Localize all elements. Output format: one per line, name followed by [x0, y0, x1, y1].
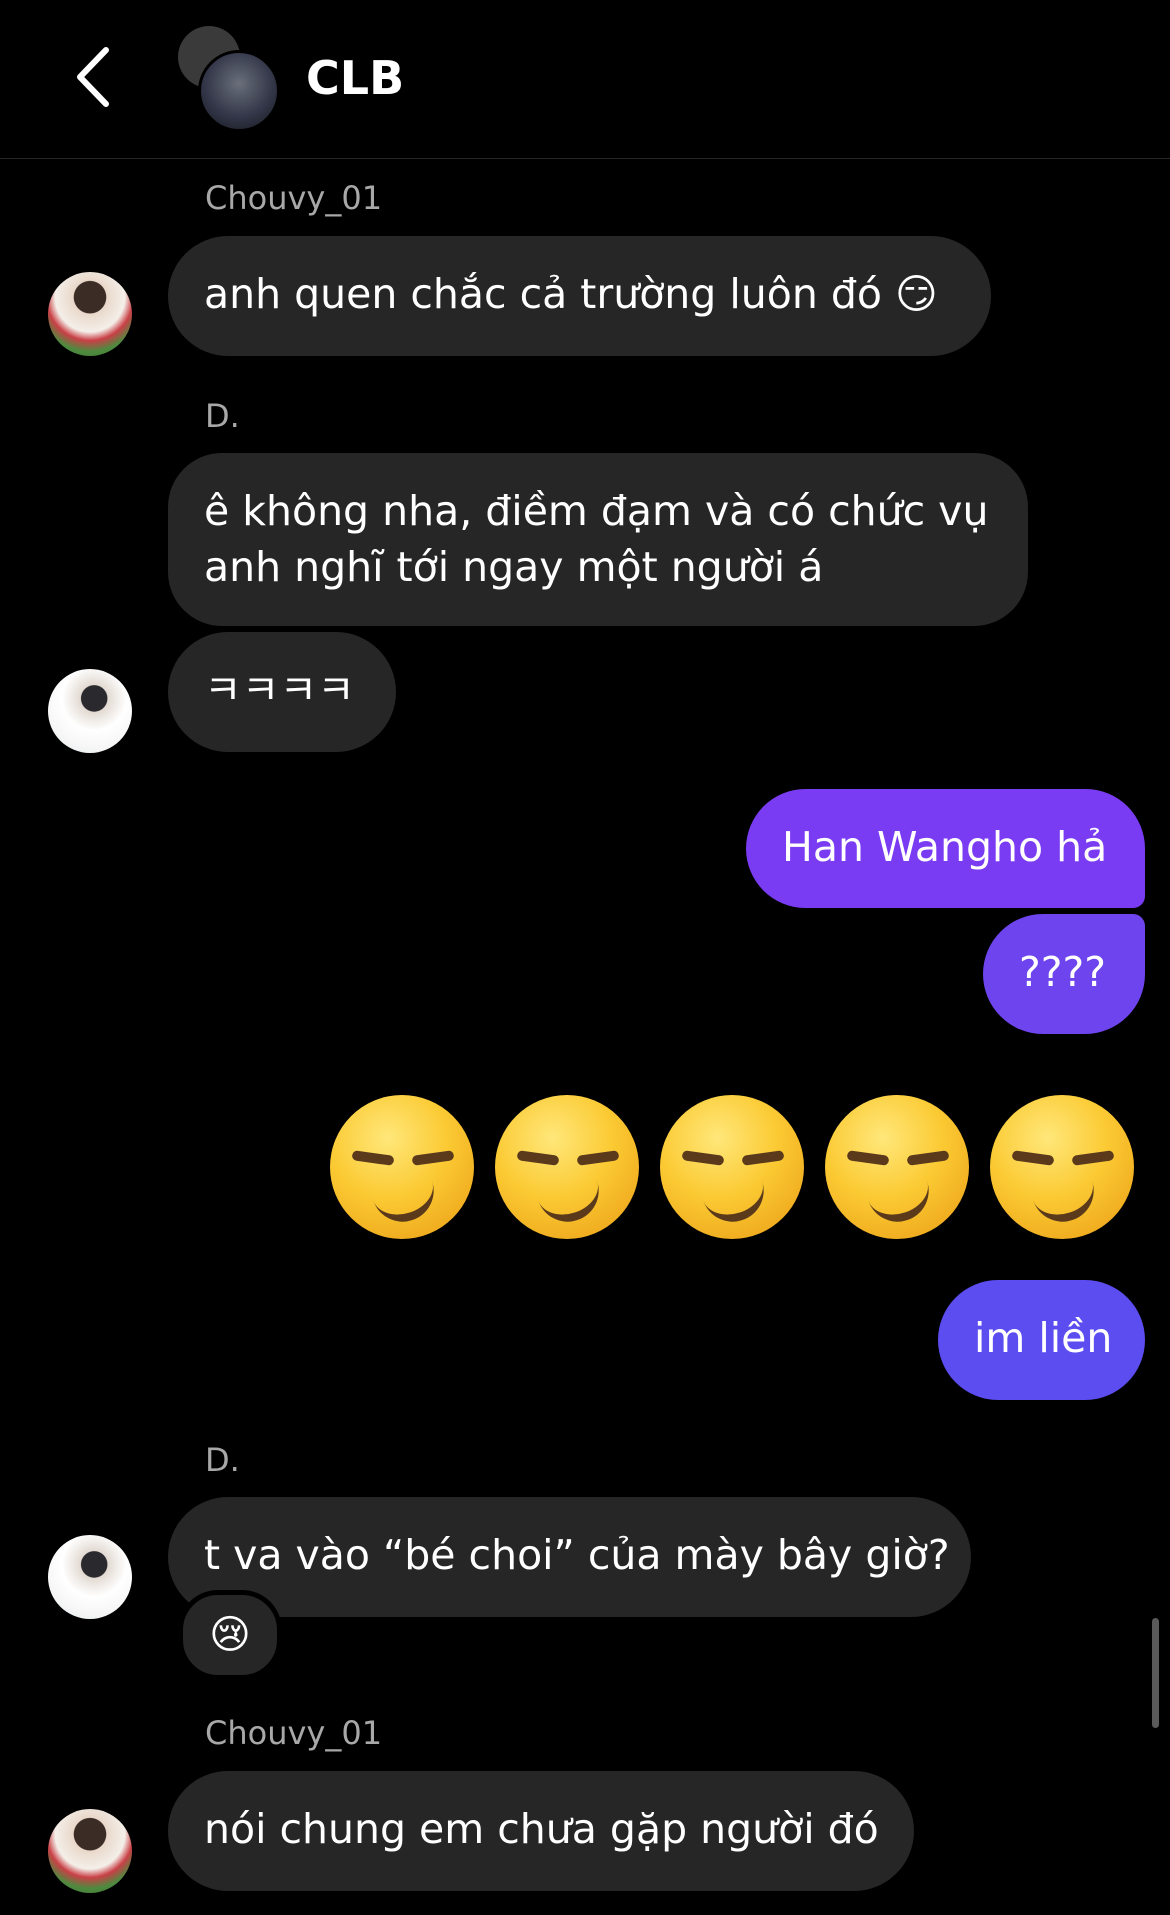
- back-icon[interactable]: [70, 42, 126, 112]
- message-text: Han Wangho hả: [782, 823, 1108, 871]
- message-bubble[interactable]: nói chung em chưa gặp người đó: [168, 1771, 914, 1891]
- message-text: ㅋㅋㅋㅋ: [204, 666, 355, 714]
- message-text-line: anh nghĩ tới ngay một người á: [204, 543, 824, 591]
- message-bubble[interactable]: ê không nha, điềm đạm và có chức vụ anh …: [168, 453, 1028, 626]
- message-text: anh quen chắc cả trường luôn đó 😏: [204, 270, 938, 318]
- smirking-face-emoji-icon[interactable]: [660, 1095, 804, 1239]
- my-message-bubble[interactable]: ????: [983, 914, 1145, 1034]
- message-text-line: ê không nha, điềm đạm và có chức vụ: [204, 487, 989, 535]
- message-bubble[interactable]: ㅋㅋㅋㅋ: [168, 632, 396, 752]
- avatar[interactable]: [48, 272, 132, 356]
- smirking-face-emoji-icon[interactable]: [330, 1095, 474, 1239]
- avatar[interactable]: [48, 1535, 132, 1619]
- sender-name: D.: [205, 397, 240, 435]
- message-bubble[interactable]: anh quen chắc cả trường luôn đó 😏: [168, 236, 991, 356]
- chat-header: CLB: [0, 0, 1170, 159]
- smirking-face-emoji-icon[interactable]: [990, 1095, 1134, 1239]
- message-text: nói chung em chưa gặp người đó: [204, 1805, 879, 1853]
- smirking-face-emoji-icon[interactable]: [495, 1095, 639, 1239]
- smirking-face-emoji-icon[interactable]: [825, 1095, 969, 1239]
- sender-name: Chouvy_01: [205, 179, 383, 217]
- scrollbar[interactable]: [1152, 1618, 1159, 1728]
- sender-name: Chouvy_01: [205, 1714, 383, 1752]
- crying-face-reaction-icon[interactable]: 😢: [178, 1590, 282, 1680]
- message-text: ????: [1019, 948, 1107, 996]
- message-text: t va vào “bé choi” của mày bây giờ?: [204, 1531, 950, 1579]
- sender-name: D.: [205, 1441, 240, 1479]
- group-avatar-front: [198, 50, 280, 132]
- chat-title[interactable]: CLB: [306, 48, 404, 108]
- message-bubble[interactable]: t va vào “bé choi” của mày bây giờ?: [168, 1497, 971, 1617]
- my-message-bubble[interactable]: im liền: [938, 1280, 1145, 1400]
- avatar[interactable]: [48, 1809, 132, 1893]
- message-text: im liền: [974, 1314, 1113, 1362]
- avatar[interactable]: [48, 669, 132, 753]
- group-avatar[interactable]: [178, 26, 280, 132]
- my-message-bubble[interactable]: Han Wangho hả: [746, 789, 1145, 908]
